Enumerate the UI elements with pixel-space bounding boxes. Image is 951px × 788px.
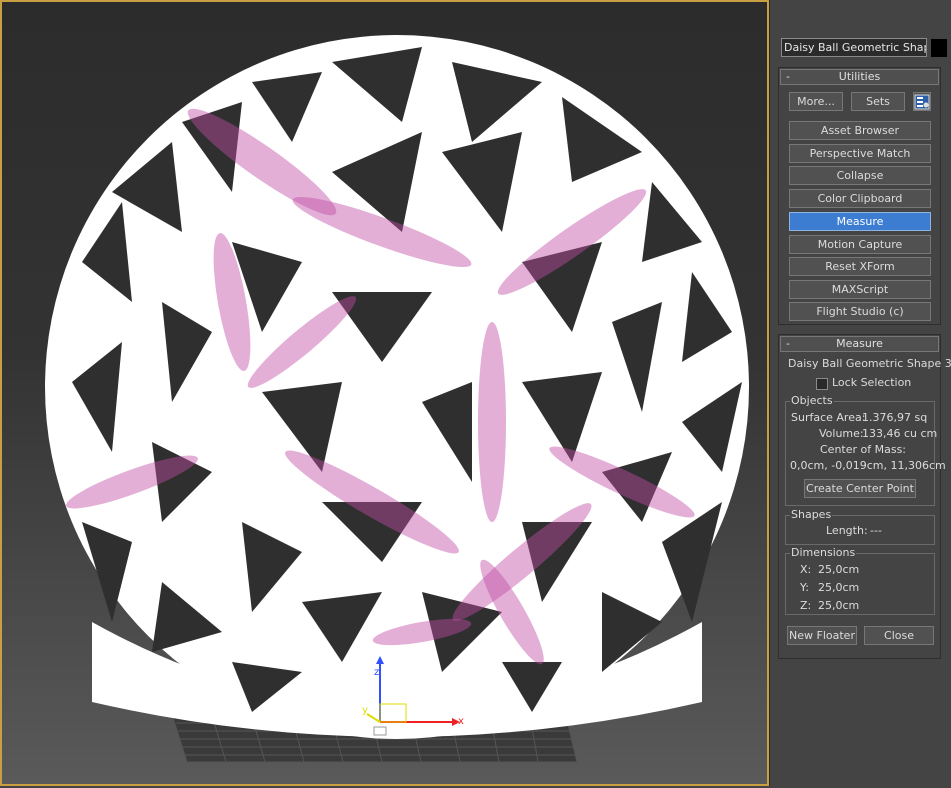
center-of-mass-value: 0,0cm, -0,019cm, 11,306cm — [790, 459, 946, 472]
object-name-field[interactable]: Daisy Ball Geometric Shape 3D — [781, 38, 927, 57]
volume-value: 133,46 cu cm — [862, 427, 938, 440]
asset-browser-button[interactable]: Asset Browser — [789, 121, 931, 140]
maxscript-button[interactable]: MAXScript — [789, 280, 931, 299]
perspective-viewport[interactable]: x y z — [0, 0, 769, 786]
daisy-ball-model[interactable] — [45, 35, 749, 739]
gizmo-z-label: z — [374, 667, 380, 678]
configure-sets-icon[interactable] — [913, 92, 931, 111]
flight-studio-button[interactable]: Flight Studio (c) — [789, 302, 931, 321]
dimension-x-label: X: — [800, 563, 812, 576]
reset-xform-button[interactable]: Reset XForm — [789, 257, 931, 276]
measured-object-label: Daisy Ball Geometric Shape 3D — [788, 357, 951, 370]
dimension-z-value: 25,0cm — [818, 599, 860, 612]
dimension-x-value: 25,0cm — [818, 563, 860, 576]
utilities-rollout-title: Utilities — [838, 70, 881, 83]
create-center-point-button[interactable]: Create Center Point — [804, 479, 916, 498]
object-color-swatch[interactable] — [931, 39, 947, 57]
dimensions-group: Dimensions X: 25,0cm Y: 25,0cm Z: 25,0cm — [785, 546, 935, 615]
length-label: Length: — [826, 524, 868, 537]
utilities-rollout: - Utilities More... Sets Asset Browser P… — [778, 67, 941, 325]
lock-selection-checkbox[interactable] — [816, 378, 828, 390]
sets-button[interactable]: Sets — [851, 92, 905, 111]
objects-group-title: Objects — [790, 394, 834, 407]
more-button[interactable]: More... — [789, 92, 843, 111]
motion-capture-button[interactable]: Motion Capture — [789, 235, 931, 254]
new-floater-button[interactable]: New Floater — [787, 626, 857, 645]
color-clipboard-button[interactable]: Color Clipboard — [789, 189, 931, 208]
collapse-icon: - — [786, 337, 790, 350]
perspective-match-button[interactable]: Perspective Match — [789, 144, 931, 163]
viewport-scene — [45, 35, 749, 763]
command-panel: Daisy Ball Geometric Shape 3D - Utilitie… — [769, 0, 951, 786]
dimensions-group-title: Dimensions — [790, 546, 857, 559]
surface-area-label: Surface Area: — [791, 411, 866, 424]
close-button[interactable]: Close — [864, 626, 934, 645]
collapse-button[interactable]: Collapse — [789, 166, 931, 185]
length-value: --- — [870, 524, 882, 537]
center-of-mass-label: Center of Mass: — [820, 443, 907, 456]
shapes-group: Shapes Length: --- — [785, 508, 935, 545]
measure-rollout: - Measure Daisy Ball Geometric Shape 3D … — [778, 334, 951, 659]
measure-button[interactable]: Measure — [789, 212, 931, 231]
measure-rollout-title: Measure — [836, 337, 883, 350]
measure-rollout-header[interactable]: - Measure — [780, 336, 939, 352]
utilities-rollout-header[interactable]: - Utilities — [780, 69, 939, 85]
lock-selection-label: Lock Selection — [832, 376, 912, 389]
dimension-y-value: 25,0cm — [818, 581, 860, 594]
shapes-group-title: Shapes — [790, 508, 833, 521]
gizmo-y-label: y — [362, 705, 368, 716]
collapse-icon: - — [786, 70, 790, 83]
volume-label: Volume: — [819, 427, 864, 440]
objects-group: Objects Surface Area: 1.376,97 sq Volume… — [785, 394, 946, 506]
dimension-z-label: Z: — [800, 599, 812, 612]
dimension-y-label: Y: — [800, 581, 809, 594]
surface-area-value: 1.376,97 sq — [862, 411, 928, 424]
gizmo-x-label: x — [458, 716, 464, 727]
